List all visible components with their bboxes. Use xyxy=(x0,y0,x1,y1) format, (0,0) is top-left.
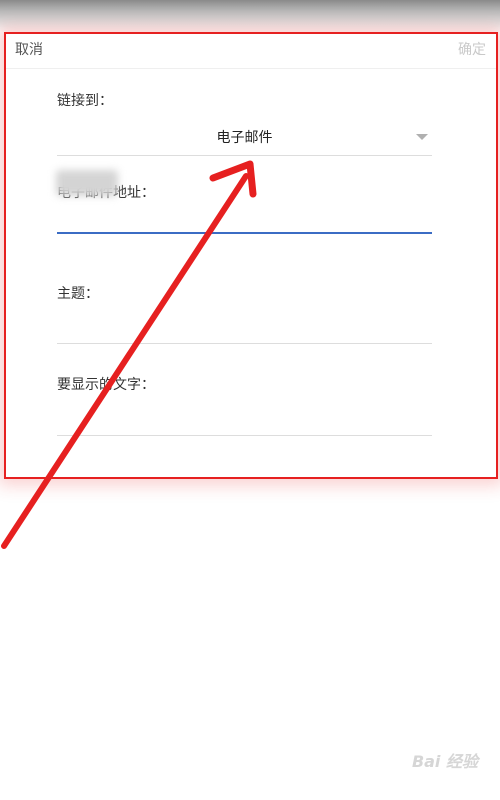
dropdown-caret-icon xyxy=(416,134,428,140)
email-address-value-blurred xyxy=(56,170,118,196)
link-to-label: 链接到： xyxy=(57,93,113,109)
cancel-button[interactable]: 取消 xyxy=(15,39,43,59)
dialog-header: 取消 确定 xyxy=(6,33,498,69)
subject-label: 主题： xyxy=(57,286,99,302)
link-type-select[interactable]: 电子邮件 xyxy=(57,118,432,156)
email-address-input[interactable] xyxy=(57,198,432,234)
screen: 取消 确定 链接到： 电子邮件 电子邮件地址： 主题： 要显示的文字： Bai … xyxy=(0,0,500,800)
link-type-value: 电子邮件 xyxy=(216,130,273,146)
watermark-logo: Bai 经验 xyxy=(411,752,478,771)
subject-input[interactable] xyxy=(57,308,432,344)
background-overlay xyxy=(0,0,500,32)
confirm-button[interactable]: 确定 xyxy=(458,39,486,59)
display-text-label: 要显示的文字： xyxy=(57,377,155,393)
display-text-input[interactable] xyxy=(57,400,432,436)
